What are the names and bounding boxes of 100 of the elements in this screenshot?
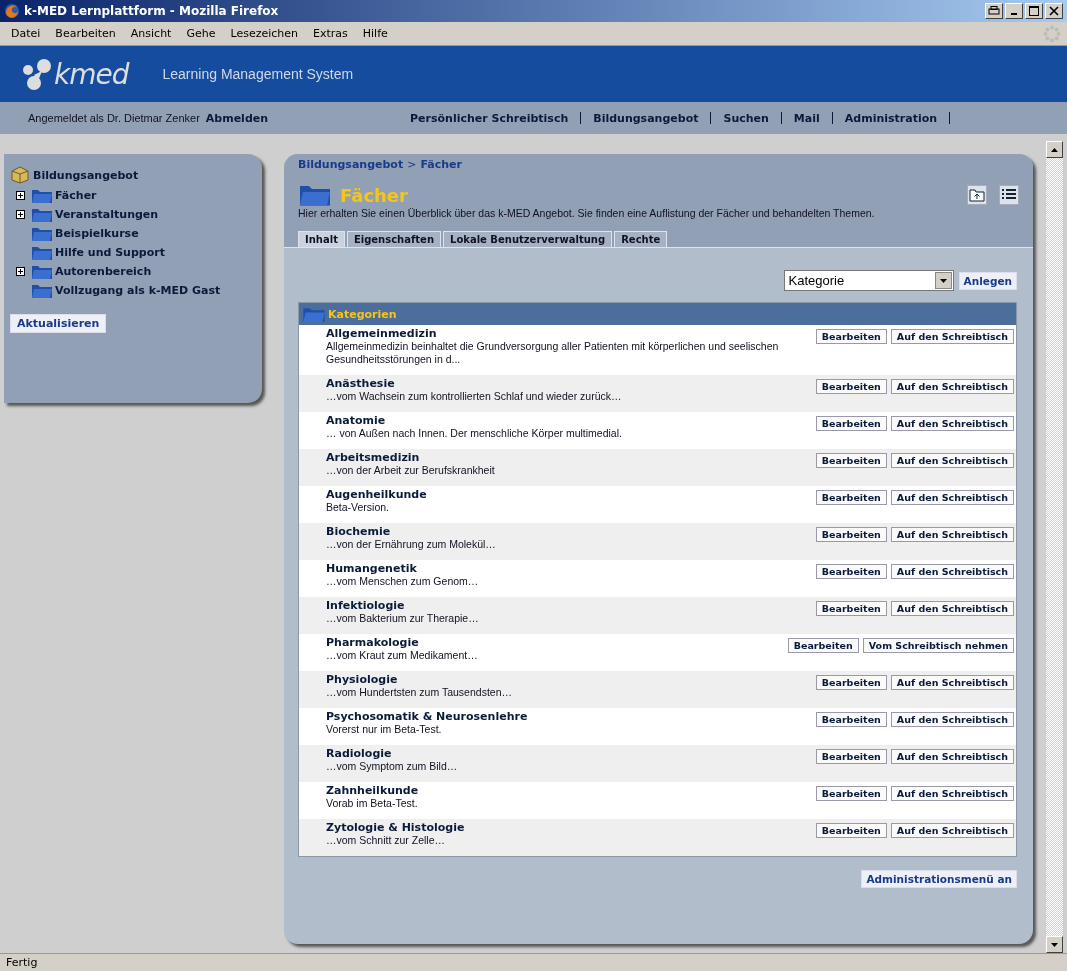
edit-button[interactable]: Bearbeiten xyxy=(815,601,887,616)
list-view-icon[interactable] xyxy=(999,185,1019,205)
scroll-up-icon[interactable] xyxy=(1051,147,1058,152)
menu-item[interactable]: Extras xyxy=(308,27,353,40)
logout-link[interactable]: Abmelden xyxy=(205,111,269,125)
menu-item[interactable]: Lesezeichen xyxy=(225,27,303,40)
category-title-link[interactable]: Humangenetik xyxy=(326,562,816,575)
tree-item[interactable]: Fächer xyxy=(55,189,97,202)
category-description: Allgemeinmedizin beinhaltet die Grundversorgung aller Patienten mit körperlichen und seelischen Gesundheitsstörungen in d... xyxy=(326,340,780,366)
folder-icon xyxy=(31,225,53,242)
folder-icon xyxy=(31,263,53,280)
folder-icon xyxy=(302,305,326,323)
desk-button[interactable]: Auf den Schreibtisch xyxy=(890,379,1014,394)
edit-button[interactable]: Bearbeiten xyxy=(787,638,859,653)
folder-icon xyxy=(31,206,53,223)
folder-icon xyxy=(31,244,53,261)
menu-item[interactable]: Datei xyxy=(6,27,46,40)
print-icon[interactable] xyxy=(985,3,1003,19)
category-title-link[interactable]: Zytologie & Histologie xyxy=(326,821,816,834)
category-title-link[interactable]: Biochemie xyxy=(326,525,816,538)
nav-link[interactable]: Suchen xyxy=(711,111,781,125)
desk-button[interactable]: Auf den Schreibtisch xyxy=(890,453,1014,468)
tree-item[interactable]: Autorenbereich xyxy=(55,265,152,278)
edit-button[interactable]: Bearbeiten xyxy=(815,490,887,505)
category-title-link[interactable]: Augenheilkunde xyxy=(326,488,816,501)
category-description: …vom Schnitt zur Zelle… xyxy=(326,834,447,847)
tree-item[interactable]: Vollzugang als k-MED Gast xyxy=(55,284,221,297)
expand-icon[interactable] xyxy=(16,267,25,276)
tree-item[interactable]: Veranstaltungen xyxy=(55,208,159,221)
menu-item[interactable]: Bearbeiten xyxy=(50,27,121,40)
banner-subtitle: Learning Management System xyxy=(162,66,354,82)
logo-dots-icon xyxy=(22,57,52,91)
window-title: k-MED Lernplattform - Mozilla Firefox xyxy=(24,4,279,18)
breadcrumb-link[interactable]: Bildungsangebot xyxy=(298,158,404,171)
menu-item[interactable]: Ansicht xyxy=(125,27,177,40)
desk-button[interactable]: Auf den Schreibtisch xyxy=(890,823,1014,838)
create-button[interactable]: Anlegen xyxy=(958,271,1017,290)
tab[interactable]: Rechte xyxy=(614,231,668,247)
expand-icon[interactable] xyxy=(16,210,25,219)
category-description: …vom Bakterium zur Therapie… xyxy=(326,612,480,625)
close-icon[interactable] xyxy=(1045,3,1063,19)
breadcrumb-separator: > xyxy=(407,158,417,171)
expand-icon[interactable] xyxy=(16,191,25,200)
category-title-link[interactable]: Anatomie xyxy=(326,414,816,427)
folder-icon xyxy=(298,183,332,207)
edit-button[interactable]: Bearbeiten xyxy=(815,416,887,431)
page-title: Fächer xyxy=(340,184,408,206)
edit-button[interactable]: Bearbeiten xyxy=(815,786,887,801)
edit-button[interactable]: Bearbeiten xyxy=(815,379,887,394)
edit-button[interactable]: Bearbeiten xyxy=(815,823,887,838)
category-title-link[interactable]: Pharmakologie xyxy=(326,636,788,649)
desk-button[interactable]: Auf den Schreibtisch xyxy=(890,564,1014,579)
folder-up-icon[interactable] xyxy=(967,185,987,205)
category-title-link[interactable]: Radiologie xyxy=(326,747,816,760)
nav-link[interactable]: Mail xyxy=(781,111,832,125)
scrollbar[interactable] xyxy=(1046,141,1063,953)
menu-item[interactable]: Gehe xyxy=(181,27,221,40)
desk-button[interactable]: Auf den Schreibtisch xyxy=(890,786,1014,801)
edit-button[interactable]: Bearbeiten xyxy=(815,675,887,690)
edit-button[interactable]: Bearbeiten xyxy=(815,453,887,468)
minimize-icon[interactable] xyxy=(1005,3,1023,19)
edit-button[interactable]: Bearbeiten xyxy=(815,712,887,727)
edit-button[interactable]: Bearbeiten xyxy=(815,527,887,542)
desk-button[interactable]: Auf den Schreibtisch xyxy=(890,527,1014,542)
category-title-link[interactable]: Anästhesie xyxy=(326,377,816,390)
desk-button[interactable]: Auf den Schreibtisch xyxy=(890,416,1014,431)
desk-button[interactable]: Auf den Schreibtisch xyxy=(890,601,1014,616)
desk-button[interactable]: Auf den Schreibtisch xyxy=(890,329,1014,344)
edit-button[interactable]: Bearbeiten xyxy=(815,749,887,764)
category-title-link[interactable]: Psychosomatik & Neurosenlehre xyxy=(326,710,816,723)
admin-menu-button[interactable]: Administrationsmenü an xyxy=(861,870,1017,888)
maximize-icon[interactable] xyxy=(1025,3,1043,19)
desk-button[interactable]: Auf den Schreibtisch xyxy=(890,675,1014,690)
category-title-link[interactable]: Infektiologie xyxy=(326,599,816,612)
nav-link[interactable]: Administration xyxy=(832,111,950,125)
folder-icon xyxy=(31,187,53,204)
desk-button[interactable]: Auf den Schreibtisch xyxy=(890,490,1014,505)
tree-root-label[interactable]: Bildungsangebot xyxy=(33,168,139,182)
tree-item[interactable]: Beispielkurse xyxy=(55,227,139,240)
category-description: …von der Arbeit zur Berufskrankheit xyxy=(326,464,496,477)
category-title-link[interactable]: Physiologie xyxy=(326,673,816,686)
nav-link[interactable]: Persönlicher Schreibtisch xyxy=(398,111,581,125)
edit-button[interactable]: Bearbeiten xyxy=(815,329,887,344)
desk-button[interactable]: Vom Schreibtisch nehmen xyxy=(862,638,1014,653)
breadcrumb-link[interactable]: Fächer xyxy=(420,158,462,171)
tree-item[interactable]: Hilfe und Support xyxy=(55,246,165,259)
category-dropdown[interactable]: Kategorie xyxy=(783,270,954,291)
category-title-link[interactable]: Allgemeinmedizin xyxy=(326,327,816,340)
nav-link[interactable]: Bildungsangebot xyxy=(581,111,711,125)
desk-button[interactable]: Auf den Schreibtisch xyxy=(890,712,1014,727)
tab[interactable]: Inhalt xyxy=(298,231,345,247)
tab[interactable]: Eigenschaften xyxy=(346,231,442,247)
menu-item[interactable]: Hilfe xyxy=(357,27,393,40)
edit-button[interactable]: Bearbeiten xyxy=(815,564,887,579)
category-title-link[interactable]: Zahnheilkunde xyxy=(326,784,816,797)
desk-button[interactable]: Auf den Schreibtisch xyxy=(890,749,1014,764)
tab[interactable]: Lokale Benutzerverwaltung xyxy=(443,231,613,247)
scroll-down-icon[interactable] xyxy=(1051,942,1058,947)
refresh-button[interactable]: Aktualisieren xyxy=(10,314,107,333)
category-title-link[interactable]: Arbeitsmedizin xyxy=(326,451,816,464)
